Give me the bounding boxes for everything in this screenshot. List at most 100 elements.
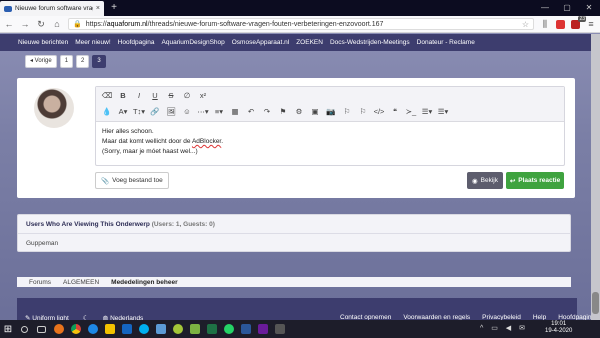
new-tab-button[interactable]: + bbox=[108, 2, 120, 14]
code-icon[interactable]: </> bbox=[371, 107, 387, 116]
breadcrumb-item[interactable]: Mededelingen beheer bbox=[111, 279, 177, 286]
media-icon[interactable]: ▣ bbox=[307, 107, 323, 116]
nav-item[interactable]: ZOEKEN bbox=[296, 39, 323, 46]
message-text[interactable]: Hier alles schoon. Maar dat komt wellich… bbox=[102, 127, 223, 157]
whatsapp-icon[interactable] bbox=[220, 321, 237, 338]
task-view-icon[interactable] bbox=[33, 321, 50, 338]
list-icon[interactable]: ☰▾ bbox=[419, 107, 435, 116]
underline-icon[interactable]: U bbox=[147, 91, 163, 100]
adblock-badge: 23 bbox=[578, 15, 586, 22]
monitor-icon[interactable] bbox=[271, 321, 288, 338]
library-icon[interactable]: ⫼ bbox=[540, 19, 550, 30]
search-icon[interactable] bbox=[16, 321, 33, 338]
flag-icon[interactable]: ⚑ bbox=[275, 107, 291, 116]
insert-icon[interactable]: ☰▾ bbox=[435, 107, 451, 116]
back-icon[interactable]: ← bbox=[4, 19, 14, 29]
viewers-meta: (Users: 1, Guests: 0) bbox=[151, 221, 215, 228]
font-size-icon[interactable]: T↕▾ bbox=[131, 107, 147, 116]
page-button[interactable]: 1 bbox=[59, 55, 74, 68]
breadcrumb-item[interactable]: ALGEMEEN bbox=[63, 279, 99, 286]
message-editor[interactable]: ⌫ B I U S ∅ x² 💧 A▾ T↕▾ 🔗 🖼 ☺ ⋯▾ ≡▾ ▦ ↶ … bbox=[95, 86, 565, 166]
table-icon[interactable]: ▦ bbox=[227, 107, 243, 116]
pagination: ◂ Vorige 1 2 3 bbox=[25, 55, 106, 68]
strikethrough-icon[interactable]: S bbox=[163, 91, 179, 100]
scrollbar-thumb[interactable] bbox=[592, 292, 599, 314]
viewers-block: Users Who Are Viewing This Onderwerp (Us… bbox=[17, 214, 571, 252]
post-reply-label: Plaats reactie bbox=[518, 177, 561, 184]
reply-icon: ↩ bbox=[509, 177, 516, 185]
nav-item[interactable]: Meer nieuw! bbox=[75, 39, 110, 46]
italic-icon[interactable]: I bbox=[131, 91, 147, 100]
bookmark-star-icon[interactable]: ☆ bbox=[522, 20, 529, 29]
undo-icon[interactable]: ↶ bbox=[243, 107, 259, 116]
maximize-icon[interactable]: ▢ bbox=[556, 0, 578, 16]
site-nav: Nieuwe berichten Meer nieuw! Hoofdpagina… bbox=[0, 34, 600, 51]
post-reply-button[interactable]: ↩ Plaats reactie bbox=[506, 172, 564, 189]
nav-item[interactable]: Donateur - Reclame bbox=[417, 39, 475, 46]
minimize-icon[interactable]: — bbox=[534, 0, 556, 16]
windows-start-icon[interactable]: ⊞ bbox=[0, 324, 16, 335]
store-icon[interactable] bbox=[152, 321, 169, 338]
attach-file-button[interactable]: 📎 Voeg bestand toe bbox=[95, 172, 169, 189]
redo-icon[interactable]: ↷ bbox=[259, 107, 275, 116]
app-icon[interactable] bbox=[186, 321, 203, 338]
avatar bbox=[34, 88, 74, 128]
preview-button[interactable]: ◉ Bekijk bbox=[467, 172, 503, 189]
skype-icon[interactable] bbox=[135, 321, 152, 338]
mail-icon[interactable] bbox=[118, 321, 135, 338]
excel-icon[interactable] bbox=[203, 321, 220, 338]
firefox-icon[interactable] bbox=[50, 321, 67, 338]
nav-item[interactable]: Nieuwe berichten bbox=[18, 39, 68, 46]
extension-icon[interactable] bbox=[556, 19, 565, 29]
clock[interactable]: 19:01 19-4-2020 bbox=[545, 321, 572, 335]
nav-item[interactable]: AquariumDesignShop bbox=[162, 39, 225, 46]
nav-item[interactable]: Hoofdpagina bbox=[118, 39, 155, 46]
browser-tab[interactable]: Nieuwe forum software vragen × bbox=[0, 1, 104, 16]
align-icon[interactable]: ≡▾ bbox=[211, 107, 227, 116]
unlink-icon[interactable]: ∅ bbox=[179, 91, 195, 100]
flag-alt-icon[interactable]: ⚐ bbox=[339, 107, 355, 116]
nav-item[interactable]: Docs-Wedstrijden-Meetings bbox=[330, 39, 410, 46]
adblock-icon[interactable]: 23 bbox=[571, 15, 586, 29]
android-icon[interactable] bbox=[169, 321, 186, 338]
preview-label: Bekijk bbox=[480, 177, 498, 184]
word-icon[interactable] bbox=[237, 321, 254, 338]
breadcrumb: Forums ALGEMEEN Mededelingen beheer bbox=[17, 277, 571, 287]
breadcrumb-item[interactable]: Forums bbox=[29, 279, 51, 286]
toolbar-row-1: ⌫ B I U S ∅ x² bbox=[99, 91, 211, 100]
quote-icon[interactable]: ❝ bbox=[387, 107, 403, 116]
edge-icon[interactable] bbox=[84, 321, 101, 338]
settings-icon[interactable]: ⚙ bbox=[291, 107, 307, 116]
clock-time: 19:01 bbox=[551, 321, 567, 327]
nav-item[interactable]: OsmoseApparaat.nl bbox=[232, 39, 289, 46]
close-window-icon[interactable]: ✕ bbox=[578, 0, 600, 16]
attach-file-label: Voeg bestand toe bbox=[112, 177, 163, 184]
viewer-username[interactable]: Guppeman bbox=[26, 240, 58, 247]
system-tray[interactable]: ^ ▭ ◀ ✉ bbox=[480, 324, 528, 332]
forward-icon[interactable]: → bbox=[20, 19, 30, 29]
previous-page-button[interactable]: ◂ Vorige bbox=[25, 55, 57, 68]
more-icon[interactable]: ⋯▾ bbox=[195, 107, 211, 116]
current-page-button[interactable]: 3 bbox=[92, 55, 106, 68]
page-button[interactable]: 2 bbox=[76, 55, 90, 68]
font-icon[interactable]: A▾ bbox=[115, 107, 131, 116]
clear-format-icon[interactable]: ⌫ bbox=[99, 91, 115, 100]
scrollbar[interactable] bbox=[591, 34, 600, 320]
superscript-icon[interactable]: x² bbox=[195, 91, 211, 100]
reload-icon[interactable]: ↻ bbox=[36, 19, 46, 30]
link-icon[interactable]: 🔗 bbox=[147, 107, 163, 116]
home-icon[interactable]: ⌂ bbox=[52, 19, 62, 29]
camera-icon[interactable]: 📷 bbox=[323, 107, 339, 116]
folder-icon[interactable] bbox=[101, 321, 118, 338]
close-tab-icon[interactable]: × bbox=[96, 5, 100, 12]
inline-code-icon[interactable]: ≻_ bbox=[403, 107, 419, 116]
chrome-icon[interactable] bbox=[67, 321, 84, 338]
spoiler-icon[interactable]: ⚐ bbox=[355, 107, 371, 116]
address-bar[interactable]: 🔒 https://aquaforum.nl/threads/nieuwe-fo… bbox=[68, 18, 534, 30]
bold-icon[interactable]: B bbox=[115, 91, 131, 100]
image-icon[interactable]: 🖼 bbox=[163, 107, 179, 116]
color-icon[interactable]: 💧 bbox=[99, 107, 115, 116]
smilie-icon[interactable]: ☺ bbox=[179, 107, 195, 116]
menu-icon[interactable]: ≡ bbox=[586, 19, 596, 29]
app-icon[interactable] bbox=[254, 321, 271, 338]
